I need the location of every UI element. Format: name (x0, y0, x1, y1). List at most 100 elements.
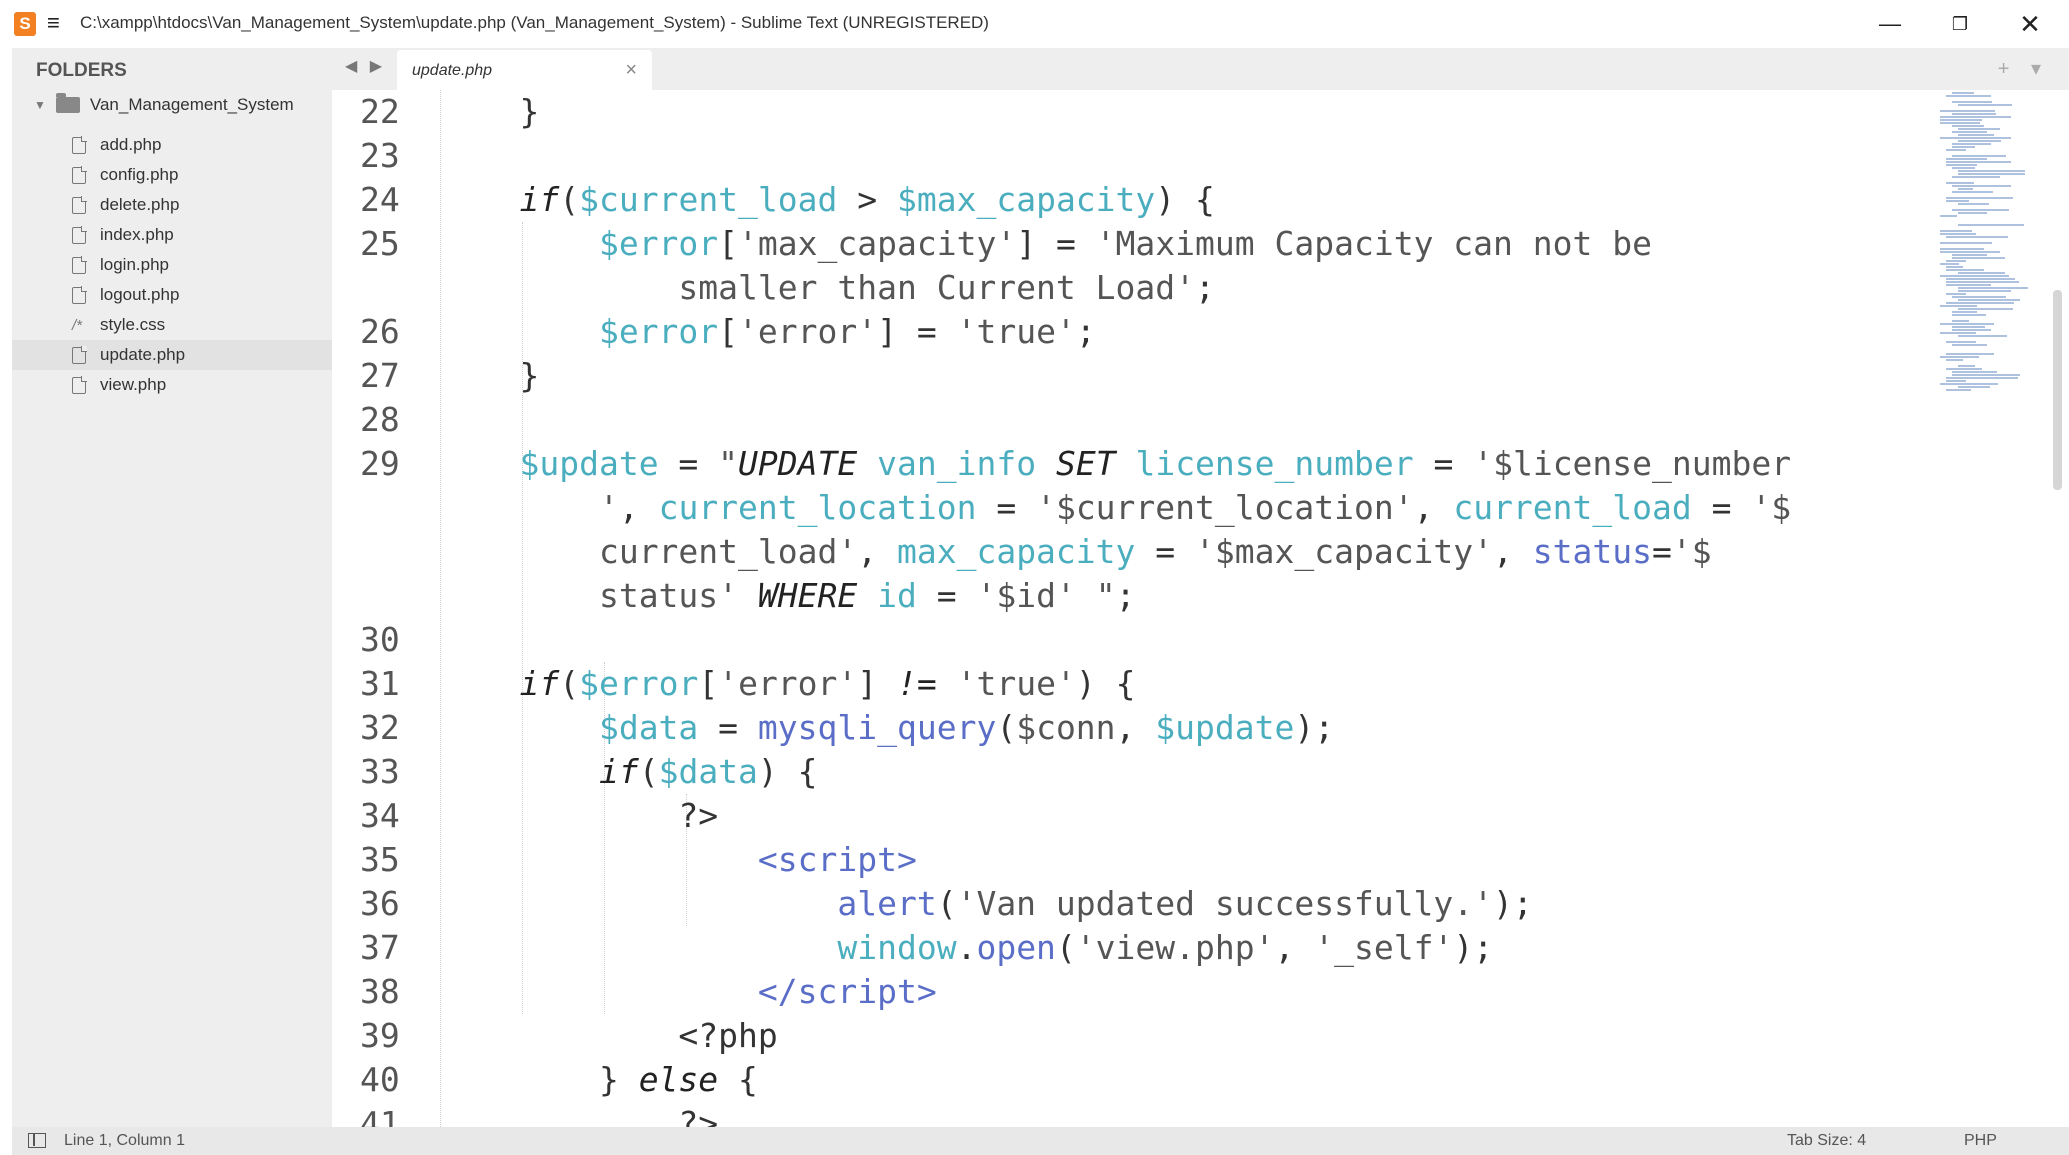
caret-down-icon[interactable]: ▼ (34, 98, 46, 112)
sidebar-file-login[interactable]: login.php (12, 250, 332, 280)
line-number: 39 (360, 1016, 400, 1055)
line-number: 27 (360, 356, 400, 395)
code-line: if($error['error'] != 'true') { (519, 664, 1136, 703)
tab-bar: ◀ ▶ update.php × + ▾ (332, 48, 2069, 90)
minimap-line (1958, 212, 1987, 214)
status-bar: Line 1, Column 1 Tab Size: 4 PHP (12, 1127, 2069, 1155)
minimap-line (1952, 314, 1986, 316)
minimap[interactable] (1940, 92, 2040, 397)
sidebar-file-logout[interactable]: logout.php (12, 280, 332, 310)
minimap-line (1946, 158, 1988, 160)
minimap-line (1958, 170, 2025, 172)
minimap-line (1940, 110, 1996, 112)
sidebar-heading: FOLDERS (36, 60, 127, 81)
line-number: 22 (360, 92, 400, 131)
minimap-line (1946, 164, 1977, 166)
folder-item[interactable]: ▼ Van_Management_System (34, 91, 294, 119)
minimap-line (1940, 332, 1976, 334)
code-line: $error['max_capacity'] = 'Maximum Capaci… (598, 224, 1652, 263)
line-number: 33 (360, 752, 400, 791)
folder-name: Van_Management_System (89, 95, 294, 114)
title-bar: S ≡ C:\xampp\htdocs\Van_Management_Syste… (0, 0, 2069, 48)
minimap-line (1952, 326, 1986, 328)
minimap-line (1952, 329, 1991, 331)
line-number: 26 (360, 312, 400, 351)
tab-close-icon[interactable]: × (625, 59, 637, 82)
minimap-line (1946, 284, 1991, 286)
minimap-line (1940, 383, 1999, 385)
minimap-line (1940, 137, 2011, 139)
minimap-line (1946, 197, 2014, 199)
line-number: 36 (360, 884, 400, 923)
minimap-line (1952, 185, 2012, 187)
sidebar-file-update[interactable]: update.php (12, 340, 332, 370)
line-number: 23 (360, 136, 400, 175)
minimap-line (1946, 161, 2012, 163)
minimap-line (1946, 200, 1969, 202)
syntax-indicator[interactable]: PHP (1964, 1132, 1997, 1150)
file-name: login.php (100, 255, 170, 274)
minimap-line (1958, 140, 2002, 142)
file-icon (72, 375, 87, 394)
minimap-line (1940, 275, 2009, 277)
minimap-line (1946, 278, 2016, 280)
toggle-panel-icon[interactable] (28, 1133, 46, 1148)
minimap-line (1946, 149, 1967, 151)
minimap-line (1952, 254, 1988, 256)
code-line: } (440, 92, 540, 131)
minimap-line (1958, 365, 1975, 367)
minimap-line (1958, 134, 1995, 136)
minimap-line (1952, 101, 1992, 103)
minimap-line (1958, 224, 2024, 226)
file-icon (72, 165, 87, 184)
code-line: $data = mysqli_query($conn, $update); (598, 708, 1335, 747)
minimap-line (1952, 371, 1997, 373)
minimap-line (1946, 260, 1966, 262)
minimap-line (1952, 113, 1997, 115)
code-line: ?> (440, 796, 719, 835)
file-name: view.php (100, 375, 167, 394)
minimap-line (1940, 215, 1958, 217)
minimap-line (1946, 266, 1963, 268)
cursor-position: Line 1, Column 1 (64, 1132, 185, 1149)
sidebar-file-view[interactable]: view.php (12, 370, 332, 400)
window-title: C:\xampp\htdocs\Van_Management_System\up… (80, 13, 989, 32)
file-name: config.php (100, 165, 179, 184)
sidebar-file-style[interactable]: /* style.css (12, 310, 332, 340)
close-button[interactable]: ✕ (2005, 6, 2055, 42)
sidebar-file-delete[interactable]: delete.php (12, 190, 332, 220)
minimap-line (1958, 272, 2005, 274)
code-line: current_load', max_capacity = '$max_capa… (598, 532, 1712, 571)
tab-nav-arrows-icon[interactable]: ◀ ▶ (345, 56, 386, 76)
sidebar-file-index[interactable]: index.php (12, 220, 332, 250)
code-line: smaller than Current Load'; (678, 268, 1215, 307)
line-number: 40 (360, 1060, 400, 1099)
minimap-line (1952, 296, 2007, 298)
tab-update-php[interactable]: update.php × (397, 50, 652, 90)
sidebar-file-config[interactable]: config.php (12, 160, 332, 190)
file-name: index.php (100, 225, 174, 244)
code-editor[interactable]: 22 23 24 25 26 27 28 29 30 31 32 33 34 35 36 37 38 39 40 41… (332, 90, 2069, 1127)
file-icon (72, 345, 87, 364)
minimap-line (1940, 242, 1993, 244)
minimize-button[interactable]: — (1865, 6, 1915, 42)
tab-actions-icon[interactable]: + ▾ (1998, 56, 2049, 81)
sidebar-file-add[interactable]: add.php (12, 130, 332, 160)
code-line: if($current_load > $max_capacity) { (519, 180, 1215, 219)
restore-button[interactable]: ❐ (1935, 6, 1985, 42)
vertical-scrollbar[interactable] (2053, 290, 2062, 490)
hamburger-menu-icon[interactable]: ≡ (47, 10, 60, 36)
minimap-line (1946, 368, 1982, 370)
minimap-line (1946, 380, 1967, 382)
file-icon (72, 195, 87, 214)
minimap-line (1940, 248, 1984, 250)
line-number: 34 (360, 796, 400, 835)
minimap-line (1952, 191, 1994, 193)
minimap-line (1946, 353, 1995, 355)
minimap-line (1952, 146, 1976, 148)
sublime-logo-icon: S (14, 12, 36, 36)
line-number: 24 (360, 180, 400, 219)
tab-size-indicator[interactable]: Tab Size: 4 (1787, 1132, 1866, 1150)
tab-label: update.php (412, 62, 493, 79)
minimap-line (1958, 287, 2028, 289)
